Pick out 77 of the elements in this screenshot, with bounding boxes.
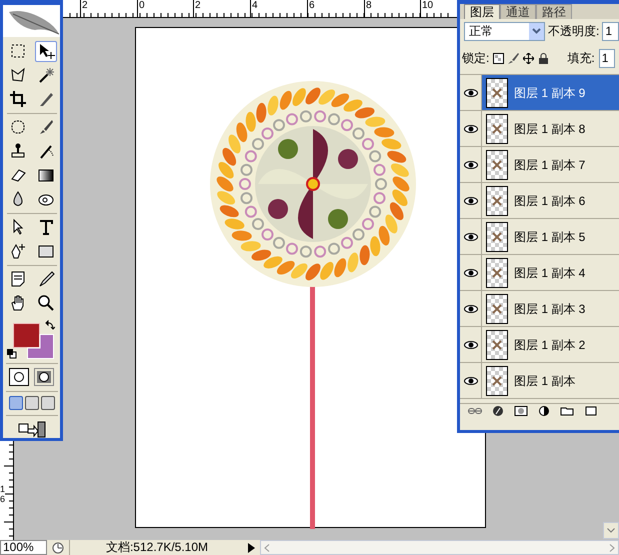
circle-icon (37, 370, 51, 383)
lock-label: 锁定: (462, 50, 490, 67)
screen-mode-button[interactable] (24, 396, 38, 410)
layer-row[interactable]: 图层 1 副本 2 (460, 327, 619, 363)
layer-row[interactable]: 图层 1 副本 8 (460, 111, 619, 147)
screen-mode-button[interactable] (40, 396, 54, 410)
chevron-down-icon (607, 528, 615, 533)
zoom-field[interactable]: 100% (0, 540, 47, 555)
horizontal-scrollbar[interactable] (260, 540, 619, 555)
ruler-label: 6 (0, 494, 6, 504)
feather-logo-icon (3, 5, 60, 37)
blend-mode-dropdown[interactable]: 正常 (464, 22, 545, 40)
eye-icon[interactable] (464, 376, 478, 384)
standard-mode-button[interactable] (9, 368, 29, 386)
clock-icon[interactable] (50, 540, 66, 554)
ruler-label: 8 (366, 0, 373, 11)
panel-tab[interactable]: 图层 (464, 4, 500, 19)
lock-icon[interactable] (538, 52, 550, 64)
folder-icon[interactable] (560, 406, 574, 416)
opacity-label: 不透明度: (548, 23, 600, 40)
layer-row[interactable]: 图层 1 副本 (460, 363, 619, 399)
swap-arrow-icon[interactable] (44, 320, 54, 330)
default-colors-icon[interactable] (6, 348, 16, 359)
link-icon[interactable] (468, 406, 482, 416)
scroll-right-button[interactable] (609, 544, 615, 552)
panel-tab[interactable]: 路径 (536, 4, 572, 19)
eye-icon[interactable] (464, 124, 478, 132)
ruler-label: 1 (0, 484, 6, 494)
foreground-color-swatch[interactable] (12, 322, 40, 348)
layer-thumbnail (486, 330, 508, 360)
move-icon[interactable] (523, 52, 534, 64)
effects-icon[interactable] (491, 406, 505, 416)
screen-mode-button[interactable] (8, 396, 22, 410)
layer-thumbnail (486, 258, 508, 288)
layer-row[interactable]: 图层 1 副本 6 (460, 183, 619, 219)
layer-row[interactable]: 图层 1 副本 7 (460, 147, 619, 183)
layer-row[interactable]: 图层 1 副本 4 (460, 255, 619, 291)
fill-label: 填充: (567, 50, 595, 67)
eye-icon[interactable] (464, 196, 478, 204)
eye-icon[interactable] (464, 340, 478, 348)
scroll-left-button[interactable] (264, 544, 270, 552)
ruler-label: 2 (82, 0, 89, 11)
layer-thumbnail (486, 186, 508, 216)
mask-icon[interactable] (514, 406, 528, 416)
jump-to-icon[interactable] (16, 419, 46, 438)
layer-thumbnail (486, 366, 508, 396)
eye-icon[interactable] (464, 160, 478, 168)
ruler-label: 0 (139, 0, 146, 11)
quick-mask-button[interactable] (34, 368, 54, 386)
eye-icon[interactable] (464, 232, 478, 240)
fill-field[interactable]: 1 (598, 48, 616, 68)
layer-thumbnail (486, 114, 508, 144)
ruler-label: 2 (195, 0, 202, 11)
document-size-text: 文档:512.7K/5.10M (69, 540, 244, 555)
scroll-down-button[interactable] (603, 522, 619, 539)
eye-icon[interactable] (464, 268, 478, 276)
ruler-label: 4 (252, 0, 259, 11)
chevron-down-icon (528, 22, 544, 40)
eye-icon[interactable] (464, 88, 478, 96)
panel-tab[interactable]: 通道 (500, 4, 536, 19)
layer-row[interactable]: 图层 1 副本 5 (460, 219, 619, 255)
layer-thumbnail (486, 150, 508, 180)
layer-row[interactable]: 图层 1 副本 9 (460, 75, 619, 111)
layer-row[interactable]: 图层 1 副本 3 (460, 291, 619, 327)
opacity-field[interactable]: 1 (602, 22, 619, 40)
eye-icon[interactable] (464, 304, 478, 312)
layer-thumbnail (486, 294, 508, 324)
adjustment-icon[interactable] (537, 406, 551, 416)
background-color-swatch[interactable] (26, 334, 54, 359)
new-layer-icon[interactable] (583, 406, 597, 416)
layer-thumbnail (486, 78, 508, 108)
layer-thumbnail (486, 222, 508, 252)
move-icon[interactable] (34, 40, 56, 62)
lock-transparency-icon[interactable] (493, 52, 504, 64)
circle-icon (12, 370, 26, 383)
ruler-label: 10 (422, 0, 434, 11)
ruler-label: 6 (309, 0, 316, 11)
